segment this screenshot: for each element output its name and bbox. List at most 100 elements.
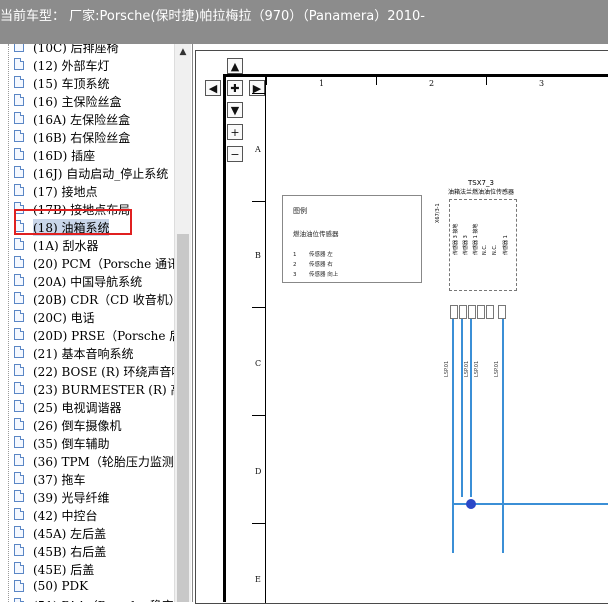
- tree-item[interactable]: (16B) 右保险丝盒: [0, 128, 174, 146]
- scroll-up-arrow-icon[interactable]: ▲: [175, 44, 191, 60]
- column-separator: [376, 77, 377, 85]
- pin-terminal: [477, 305, 485, 319]
- tree-item[interactable]: (16) 主保险丝盒: [0, 92, 174, 110]
- wire-label: LSP.01: [494, 360, 500, 377]
- tree-item[interactable]: (45B) 右后盖: [0, 542, 174, 560]
- column-label: 1: [319, 79, 325, 88]
- pan-up-button[interactable]: ▲: [227, 58, 243, 74]
- row-label: D: [255, 467, 262, 476]
- document-icon: [14, 166, 24, 178]
- legend-row: 3 传感器 向上: [293, 272, 339, 278]
- tree-item-label: (1A) 刮水器: [33, 239, 99, 253]
- tree-item[interactable]: (35) 倒车辅助: [0, 434, 174, 452]
- document-icon: [14, 238, 24, 250]
- legend-title: 图例: [293, 207, 307, 215]
- row-label: A: [255, 145, 261, 154]
- diagram-left-bar: [223, 74, 226, 602]
- tree-item[interactable]: (42) 中控台: [0, 506, 174, 524]
- tree-item-label: (45A) 左后盖: [33, 527, 107, 541]
- tree-item[interactable]: (45E) 后盖: [0, 560, 174, 578]
- tree-item[interactable]: (17) 接地点: [0, 182, 174, 200]
- tree-item[interactable]: (45A) 左后盖: [0, 524, 174, 542]
- legend-row: 1 传感器 左: [293, 252, 333, 258]
- zoom-in-button[interactable]: +: [227, 124, 243, 140]
- connector-description: 油箱法兰燃油油位传感器: [447, 189, 514, 196]
- tree-item[interactable]: (20C) 电话: [0, 308, 174, 326]
- tree-item-label: (21) 基本音响系统: [33, 347, 134, 361]
- document-icon: [14, 76, 24, 88]
- document-icon: [14, 328, 24, 340]
- pan-center-button[interactable]: ✚: [227, 80, 243, 96]
- tree-panel: (10C) 后排座椅 (12) 外部车灯 (15) 车顶系统 (16) 主保险丝盒 (1…: [0, 44, 193, 602]
- tree-item-label: (45E) 后盖: [33, 563, 95, 577]
- tree-item[interactable]: (22) BOSE (R) 环绕声音响: [0, 362, 183, 380]
- legend-box: 图例 燃油油位传感器 1 传感器 左 2 传感器 右 3 传感器 向上: [282, 195, 422, 283]
- tree-item-label: (50) PDK: [33, 579, 89, 593]
- arrow-up-icon: ▲: [230, 60, 240, 73]
- tree-item[interactable]: (20) PCM（Porsche 通讯: [0, 254, 179, 272]
- tree-item-label: (16) 主保险丝盒: [33, 95, 122, 109]
- document-icon: [14, 382, 24, 394]
- tree-item-label: (39) 光导纤维: [33, 491, 110, 505]
- document-icon: [14, 544, 24, 556]
- tree-scrollbar[interactable]: ▲: [174, 44, 191, 602]
- tree-item-label: (26) 倒车摄像机: [33, 419, 122, 433]
- zoom-out-button[interactable]: −: [227, 146, 243, 162]
- document-icon: [14, 580, 24, 592]
- tree-item-label: (16D) 插座: [33, 149, 96, 163]
- row-separator: [252, 415, 266, 416]
- tree-item-label: (17) 接地点: [33, 185, 98, 199]
- row-separator: [252, 93, 266, 94]
- tree-item-label: (36) TPM（轮胎压力监测: [33, 455, 174, 469]
- column-separator: [266, 77, 267, 85]
- pin-label: N.C.: [492, 244, 498, 255]
- tree-item[interactable]: (10C) 后排座椅: [0, 44, 174, 56]
- document-icon: [14, 490, 24, 502]
- pin-terminal: [459, 305, 467, 319]
- tree-item[interactable]: (1A) 刮水器: [0, 236, 174, 254]
- tree-item-label: (12) 外部车灯: [33, 59, 110, 73]
- legend-subtitle: 燃油油位传感器: [293, 230, 339, 238]
- tree-item[interactable]: (21) 基本音响系统: [0, 344, 174, 362]
- tree-item-label: (10C) 后排座椅: [33, 44, 119, 55]
- tree-item[interactable]: (51) PAA（Porsche 稳定: [0, 596, 174, 602]
- column-separator: [486, 77, 487, 85]
- diagram-viewer[interactable]: ▲ ◀ ✚ ▶ ▼ + − 1 2 3 A B C D E 图例 燃油油位传感器…: [193, 44, 608, 604]
- tree-item[interactable]: (50) PDK: [0, 578, 174, 596]
- pin-label: N.C.: [482, 244, 488, 255]
- tree-item[interactable]: (20A) 中国导航系统: [0, 272, 174, 290]
- connector-ref: X67/3-1: [435, 203, 441, 223]
- tree-item[interactable]: (23) BURMESTER (R) 高: [0, 380, 183, 398]
- junction-node: [466, 499, 476, 509]
- tree-item[interactable]: (16A) 左保险丝盒: [0, 110, 174, 128]
- tree-item-label: (51) PAA（Porsche 稳定: [33, 597, 174, 602]
- connector-name: TSX7_3: [468, 179, 494, 187]
- document-icon: [14, 400, 24, 412]
- tree-item[interactable]: (39) 光导纤维: [0, 488, 174, 506]
- tree-item-label: (42) 中控台: [33, 509, 98, 523]
- tree-item[interactable]: (16D) 插座: [0, 146, 174, 164]
- pan-down-button[interactable]: ▼: [227, 102, 243, 118]
- tree-item[interactable]: (12) 外部车灯: [0, 56, 174, 74]
- selection-highlight-box: [14, 209, 132, 235]
- tree-item[interactable]: (37) 拖车: [0, 470, 174, 488]
- document-icon: [14, 454, 24, 466]
- tree-item[interactable]: (15) 车顶系统: [0, 74, 174, 92]
- scrollbar-thumb[interactable]: [177, 234, 189, 602]
- wire: [502, 319, 504, 553]
- schematic-sheet: 1 2 3 A B C D E 图例 燃油油位传感器 1 传感器 左 2 传感器 右…: [252, 76, 608, 603]
- tree-item[interactable]: (25) 电视调谐器: [0, 398, 174, 416]
- document-icon: [14, 148, 24, 160]
- tree-item-label: (16A) 左保险丝盒: [33, 113, 131, 127]
- tree-item[interactable]: (20D) PRSE（Porsche 后: [0, 326, 181, 344]
- tree-item-label: (37) 拖车: [33, 473, 86, 487]
- tree-item[interactable]: (20B) CDR（CD 收音机）: [0, 290, 181, 308]
- tree-list: (10C) 后排座椅 (12) 外部车灯 (15) 车顶系统 (16) 主保险丝盒 (1…: [0, 44, 183, 602]
- pan-left-button[interactable]: ◀: [205, 80, 221, 96]
- tree-item[interactable]: (26) 倒车摄像机: [0, 416, 174, 434]
- row-separator: [252, 201, 266, 202]
- tree-item-label: (16B) 右保险丝盒: [33, 131, 131, 145]
- window-title: 当前车型： 厂家:Porsche(保时捷)帕拉梅拉（970）（Panamera）…: [0, 9, 425, 24]
- tree-item[interactable]: (36) TPM（轮胎压力监测: [0, 452, 174, 470]
- tree-item[interactable]: (16J) 自动启动_停止系统: [0, 164, 174, 182]
